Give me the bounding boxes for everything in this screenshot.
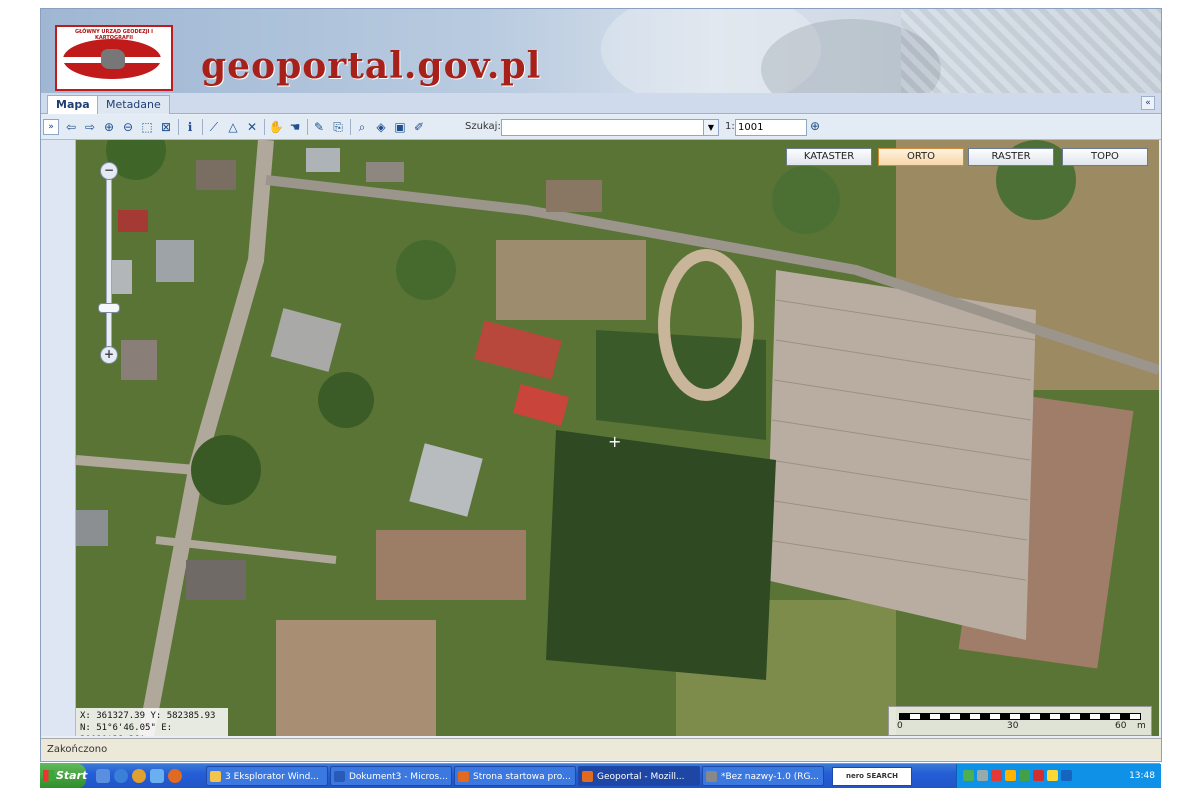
expand-panel-icon[interactable]: » — [43, 119, 59, 135]
zoom-in-icon[interactable]: ⊕ — [101, 119, 117, 135]
site-title[interactable]: geoportal.gov.pl — [201, 45, 541, 87]
header-banner: GŁÓWNY URZĄD GEODEZJI I KARTOGRAFII geop… — [41, 9, 1161, 93]
banner-decoration — [901, 9, 1161, 93]
layer-button-topo[interactable]: TOPO — [1062, 148, 1148, 166]
scale-prefix: 1: — [725, 121, 735, 132]
taskbar-task[interactable]: Dokument3 - Micros... — [330, 766, 452, 786]
clear-measure-icon[interactable]: ✕ — [244, 119, 260, 135]
windows-taskbar: Start 3 Eksplorator Wind... Dokument3 - M… — [40, 763, 1161, 788]
tray-play-icon[interactable] — [1061, 770, 1072, 781]
logo-emblem — [63, 39, 161, 79]
task-label: 3 Eksplorator Wind... — [225, 772, 319, 782]
forward-arrow-icon[interactable]: ⇨ — [82, 119, 98, 135]
zoom-out-button[interactable]: − — [100, 162, 118, 180]
toolbar-separator — [202, 119, 203, 135]
measure-line-icon[interactable]: ⟋ — [206, 119, 222, 135]
system-tray: 13:48 — [956, 764, 1161, 788]
start-button[interactable]: Start — [40, 764, 88, 788]
tray-app-icon[interactable] — [1047, 770, 1058, 781]
scale-bar-unit: m — [1137, 721, 1146, 731]
task-app-icon — [210, 771, 221, 782]
scale-go-icon[interactable]: ⊕ — [807, 119, 823, 135]
status-bar: Zakończono — [41, 738, 1161, 760]
taskbar-task[interactable]: Strona startowa pro... — [454, 766, 576, 786]
taskbar-task[interactable]: *Bez nazwy-1.0 (RG... — [702, 766, 824, 786]
quicklaunch-messenger-icon[interactable] — [150, 769, 164, 783]
quicklaunch-chrome-icon[interactable] — [132, 769, 146, 783]
taskbar-task[interactable]: 3 Eksplorator Wind... — [206, 766, 328, 786]
layer-button-kataster[interactable]: KATASTER — [786, 148, 872, 166]
tray-network-icon[interactable] — [963, 770, 974, 781]
poland-map-icon — [101, 49, 125, 69]
export-icon[interactable]: ⎘ — [330, 119, 346, 135]
search-label: Szukaj: — [465, 121, 501, 132]
tray-app-icon[interactable] — [1019, 770, 1030, 781]
info-icon[interactable]: ℹ — [182, 119, 198, 135]
quicklaunch-desktop-icon[interactable] — [96, 769, 110, 783]
task-label: *Bez nazwy-1.0 (RG... — [721, 772, 820, 782]
gugik-logo[interactable]: GŁÓWNY URZĄD GEODEZJI I KARTOGRAFII — [55, 25, 173, 91]
zoom-box-icon[interactable]: ⬚ — [139, 119, 155, 135]
taskbar-task[interactable]: Geoportal - Mozill... — [578, 766, 700, 786]
search-map-icon[interactable]: ⌕ — [354, 119, 370, 135]
browser-window: GŁÓWNY URZĄD GEODEZJI I KARTOGRAFII geop… — [40, 8, 1162, 762]
coordinates-xy: X: 361327.39 Y: 582385.93 — [80, 711, 216, 721]
map-toolbar: » ⇦ ⇨ ⊕ ⊖ ⬚ ⊠ ℹ ⟋ △ ✕ ✋ ☚ ✎ ⎘ ⌕ ◈ ▣ ✐ Szukaj: ▼ 1: 1001 ⊕ — [41, 115, 1161, 140]
tray-update-icon[interactable] — [1005, 770, 1016, 781]
layer-button-orto[interactable]: ORTO — [878, 148, 964, 166]
scale-bar-label: 60 — [1115, 721, 1127, 731]
quicklaunch-ie-icon[interactable] — [114, 769, 128, 783]
zoom-slider-rail[interactable] — [106, 170, 112, 358]
search-input[interactable] — [501, 119, 705, 136]
tray-app-icon[interactable] — [1033, 770, 1044, 781]
grab-hand-icon[interactable]: ☚ — [287, 119, 303, 135]
task-label: Geoportal - Mozill... — [597, 772, 685, 782]
taskbar-clock: 13:48 — [1129, 771, 1155, 781]
toolbar-separator — [178, 119, 179, 135]
tray-antivirus-icon[interactable] — [991, 770, 1002, 781]
toolbar-separator — [264, 119, 265, 135]
task-app-icon — [582, 771, 593, 782]
layer-button-raster[interactable]: RASTER — [968, 148, 1054, 166]
task-label: Dokument3 - Micros... — [349, 772, 448, 782]
orthophoto-map[interactable]: KATASTER ORTO RASTER TOPO − + + X: 361327.3… — [76, 140, 1159, 736]
task-app-icon — [706, 771, 717, 782]
pan-hand-icon[interactable]: ✋ — [268, 119, 284, 135]
edit-icon[interactable]: ✎ — [311, 119, 327, 135]
zoom-out-icon[interactable]: ⊖ — [120, 119, 136, 135]
scale-bar: 0 30 60 m — [888, 706, 1152, 736]
task-app-icon — [458, 771, 469, 782]
coordinates-readout: X: 361327.39 Y: 582385.93 N: 51°6'46.05"… — [76, 708, 228, 736]
tab-mapa[interactable]: Mapa — [47, 95, 99, 114]
scale-bar-label: 0 — [897, 721, 903, 731]
measure-area-icon[interactable]: △ — [225, 119, 241, 135]
toolbar-separator — [350, 119, 351, 135]
scale-bar-track — [899, 713, 1141, 720]
tab-metadane[interactable]: Metadane — [97, 95, 170, 114]
scale-bar-label: 30 — [1007, 721, 1019, 731]
task-app-icon — [334, 771, 345, 782]
tray-volume-icon[interactable] — [977, 770, 988, 781]
tab-bar: Mapa Metadane « — [41, 93, 1161, 114]
coordinates-latlon: N: 51°6'46.05" E: 20°10'38.36' — [80, 723, 173, 736]
side-strip — [41, 140, 76, 736]
save-icon[interactable]: ▣ — [392, 119, 408, 135]
scale-input[interactable]: 1001 — [735, 119, 807, 136]
layers-icon[interactable]: ◈ — [373, 119, 389, 135]
crosshair-cursor-icon: + — [608, 432, 622, 451]
quicklaunch-firefox-icon[interactable] — [168, 769, 182, 783]
start-label: Start — [56, 769, 88, 782]
windows-flag-icon — [43, 770, 54, 781]
nero-search-box[interactable]: nero SEARCH — [832, 767, 912, 786]
back-arrow-icon[interactable]: ⇦ — [63, 119, 79, 135]
search-dropdown-icon[interactable]: ▼ — [703, 119, 719, 136]
task-label: Strona startowa pro... — [473, 772, 571, 782]
toolbar-separator — [307, 119, 308, 135]
zoom-slider-thumb[interactable] — [98, 302, 120, 313]
print-icon[interactable]: ✐ — [411, 119, 427, 135]
full-extent-icon[interactable]: ⊠ — [158, 119, 174, 135]
collapse-header-icon[interactable]: « — [1141, 96, 1155, 110]
zoom-in-button[interactable]: + — [100, 346, 118, 364]
